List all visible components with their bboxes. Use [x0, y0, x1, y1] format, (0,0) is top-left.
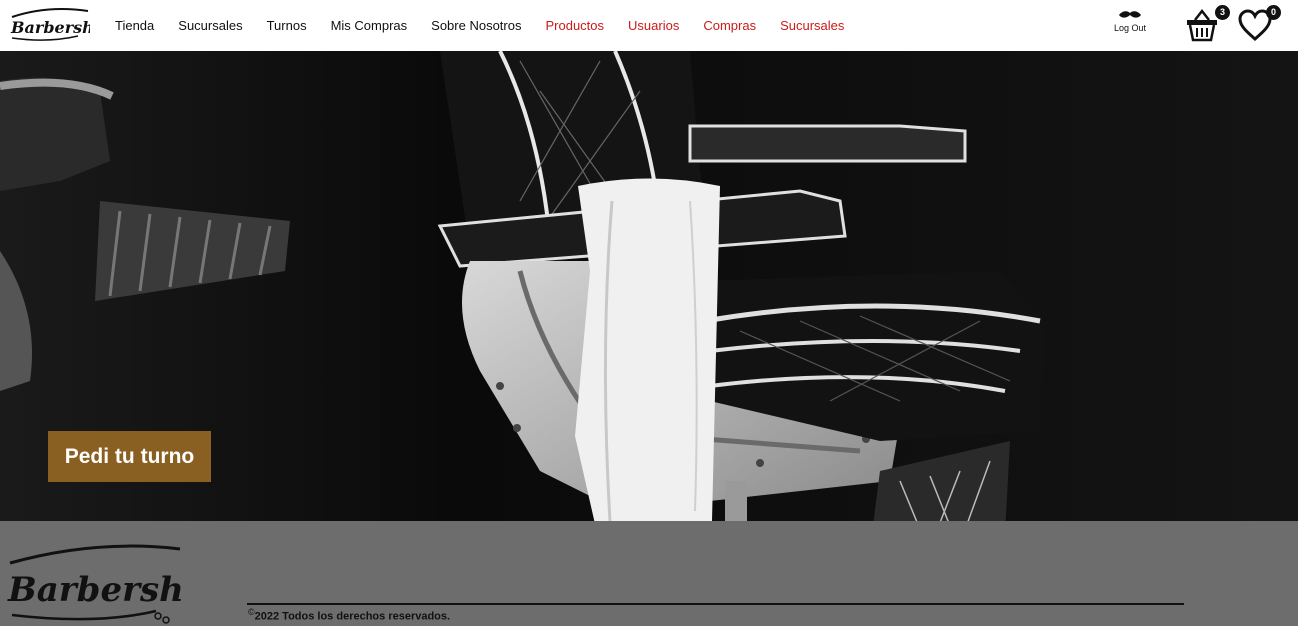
- footer-logo: Barbershop: [7, 544, 182, 624]
- nav-link-mis-compras[interactable]: Mis Compras: [331, 18, 408, 33]
- favorites-count-badge: 0: [1266, 5, 1281, 20]
- admin-link-usuarios[interactable]: Usuarios: [628, 18, 679, 33]
- copyright-text: ©2022 Todos los derechos reservados.: [248, 607, 450, 623]
- navbar: Barbershop Tienda Sucursales Turnos Mis …: [0, 0, 1298, 51]
- svg-text:Barbershop: Barbershop: [10, 18, 90, 37]
- admin-link-sucursales[interactable]: Sucursales: [780, 18, 844, 33]
- cart-button[interactable]: 3: [1184, 5, 1230, 44]
- cart-count-badge: 3: [1215, 5, 1230, 20]
- nav-link-tienda[interactable]: Tienda: [115, 18, 154, 33]
- admin-link-compras[interactable]: Compras: [703, 18, 756, 33]
- footer-divider: [247, 603, 1184, 605]
- nav-link-sobre-nosotros[interactable]: Sobre Nosotros: [431, 18, 521, 33]
- footer: Barbershop ©2022 Todos los derechos rese…: [0, 521, 1298, 626]
- admin-link-productos[interactable]: Productos: [545, 18, 604, 33]
- copyright-label: 2022 Todos los derechos reservados.: [254, 610, 451, 623]
- logout-button[interactable]: Log Out: [1110, 10, 1150, 33]
- logout-label: Log Out: [1113, 23, 1147, 33]
- nav-links: Tienda Sucursales Turnos Mis Compras Sob…: [115, 0, 868, 51]
- hero-banner: Pedi tu turno: [0, 51, 1298, 521]
- brand-logo[interactable]: Barbershop: [8, 5, 90, 45]
- favorites-button[interactable]: 0: [1237, 5, 1281, 44]
- nav-link-sucursales[interactable]: Sucursales: [178, 18, 242, 33]
- mustache-icon: [1119, 11, 1141, 18]
- svg-text:Barbershop: Barbershop: [7, 570, 182, 610]
- nav-link-turnos[interactable]: Turnos: [267, 18, 307, 33]
- book-appointment-button[interactable]: Pedi tu turno: [48, 431, 211, 482]
- copyright-symbol: ©: [248, 607, 255, 617]
